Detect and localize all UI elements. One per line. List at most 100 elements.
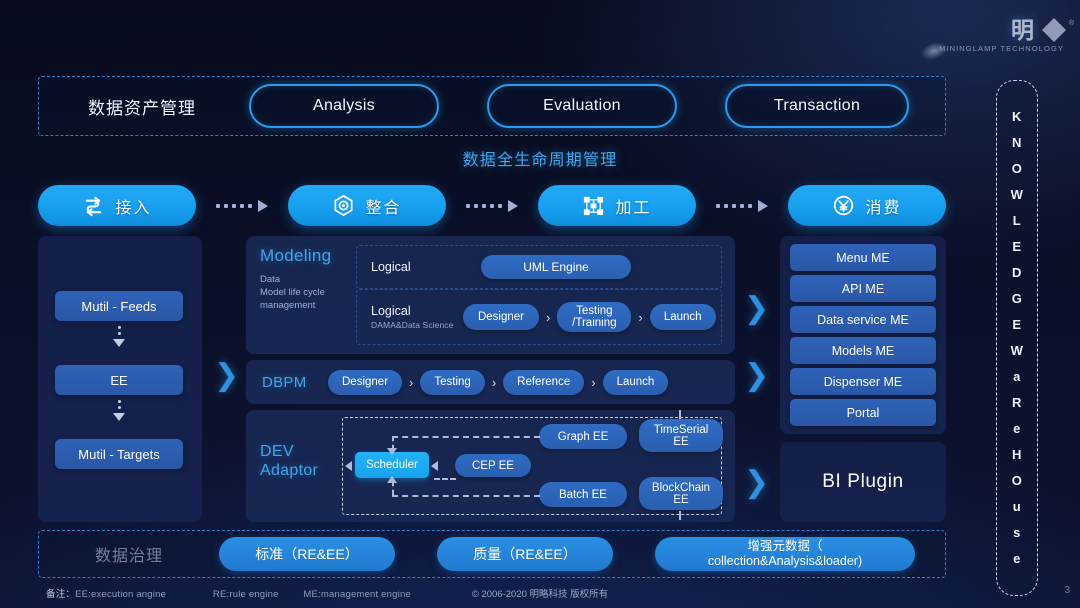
stage-consume[interactable]: 消费: [788, 185, 946, 226]
analysis-button[interactable]: Analysis: [249, 84, 439, 128]
tick-timeserial: [679, 410, 681, 419]
dbpm-designer-button[interactable]: Designer: [328, 369, 403, 395]
kw-letter-6: D: [1012, 265, 1022, 280]
connector-cep-scheduler: [434, 478, 456, 480]
kw-letter-11: R: [1012, 395, 1022, 410]
enhanced-metadata-button[interactable]: 增强元数据（ collection&Analysis&loader): [655, 537, 915, 571]
quality-governance-button[interactable]: 质量（RE&EE）: [437, 537, 613, 571]
lifecycle-title: 数据全生命周期管理: [462, 152, 618, 169]
arrow-up-icon-batch: [387, 476, 397, 483]
tick-blockchain: [679, 511, 681, 520]
multi-targets-box[interactable]: Mutil - Targets: [55, 439, 183, 469]
models-me-item[interactable]: Models ME: [790, 337, 936, 364]
data-service-me-item[interactable]: Data service ME: [790, 306, 936, 333]
timeserial-ee-node[interactable]: TimeSerial EE: [639, 419, 723, 452]
data-process-icon: [584, 196, 604, 216]
kw-letter-7: G: [1011, 291, 1023, 306]
dev-adaptor-panel: DEV Adaptor Scheduler CEP EE Graph EE Ba…: [246, 410, 735, 522]
modeling-testing-line-2: /Training: [572, 317, 617, 329]
modeling-row2-label: Logical DAMA&Data Science: [357, 304, 463, 330]
chevron-right-icon-3: ❯: [744, 359, 770, 392]
logo-company-name: MININGLAMP TECHNOLOGY: [939, 44, 1064, 53]
kw-letter-3: W: [1010, 187, 1024, 202]
kw-letter-2: O: [1011, 161, 1023, 176]
kw-letter-8: E: [1012, 317, 1022, 332]
transaction-button[interactable]: Transaction: [725, 84, 909, 128]
ee-box[interactable]: EE: [55, 365, 183, 395]
dev-adaptor-diagram: Scheduler CEP EE Graph EE Batch EE TimeS…: [342, 410, 723, 520]
feeds-arrow-1: [113, 326, 125, 347]
lifecycle-stage-row: 接入 整合 加工 消费: [38, 182, 946, 229]
dbpm-flow: Designer › Testing › Reference › Launch: [328, 369, 669, 395]
modeling-header: Modeling Data Model life cycle managemen…: [260, 246, 352, 312]
modeling-subtitle-line-1: Data: [260, 274, 281, 285]
stage-process[interactable]: 加工: [538, 185, 696, 226]
api-me-item[interactable]: API ME: [790, 275, 936, 302]
modeling-testing-training-button[interactable]: Testing /Training: [557, 302, 632, 332]
logo-diamond-icon: [1042, 18, 1066, 42]
timeserial-ee-line-1: TimeSerial: [653, 423, 709, 436]
kw-letter-15: u: [1012, 499, 1022, 514]
modeling-row-logical-uml: Logical UML Engine: [356, 245, 722, 289]
asset-management-label: 数据资产管理: [88, 98, 196, 118]
dev-adaptor-title-line-1: DEV: [260, 443, 294, 460]
stage-ingest-label: 接入: [115, 199, 152, 217]
kw-letter-4: L: [1012, 213, 1022, 228]
data-consume-icon: [834, 195, 854, 216]
chevron-sep-icon-m1: ›: [546, 309, 551, 325]
stage-arrow-2: [446, 199, 538, 212]
management-engines-column: Menu ME API ME Data service ME Models ME…: [780, 236, 946, 522]
data-governance-band: 数据治理 标准（RE&EE） 质量（RE&EE） 增强元数据（ collecti…: [38, 530, 946, 578]
chevron-sep-icon-d1: ›: [409, 374, 414, 390]
kw-letter-10: a: [1013, 369, 1021, 384]
stage-integrate[interactable]: 整合: [288, 185, 446, 226]
dev-adaptor-title: DEV Adaptor: [260, 442, 344, 480]
evaluation-button[interactable]: Evaluation: [487, 84, 677, 128]
batch-ee-node[interactable]: Batch EE: [539, 482, 627, 507]
enhanced-metadata-line-2: collection&Analysis&loader): [707, 554, 863, 568]
graph-ee-node[interactable]: Graph EE: [539, 424, 627, 449]
company-logo: 明: [1011, 18, 1066, 42]
copyright-text: © 2006-2020 明略科技 版权所有: [471, 589, 609, 600]
multi-feeds-box[interactable]: Mutil - Feeds: [55, 291, 183, 321]
modeling-subtitle: Data Model life cycle management: [260, 273, 352, 312]
chevron-right-icon-4: ❯: [744, 466, 770, 499]
knowledge-warehouse-column: K N O W L E D G E W a R e H O u s e: [996, 80, 1038, 596]
bi-plugin-panel[interactable]: BI Plugin: [780, 442, 946, 522]
modeling-designer-button[interactable]: Designer: [463, 304, 539, 330]
dbpm-reference-button[interactable]: Reference: [503, 369, 585, 395]
modeling-launch-button[interactable]: Launch: [649, 304, 716, 330]
dbpm-testing-button[interactable]: Testing: [420, 369, 485, 395]
modeling-panel: Modeling Data Model life cycle managemen…: [246, 236, 735, 354]
scheduler-button[interactable]: Scheduler: [355, 452, 429, 478]
blockchain-ee-line-1: BlockChain: [651, 481, 711, 494]
dbpm-panel: DBPM Designer › Testing › Reference › La…: [246, 360, 735, 404]
stage-integrate-label: 整合: [365, 199, 402, 217]
modeling-subtitle-line-2: Model life cycle: [260, 287, 325, 298]
modeling-title: Modeling: [260, 246, 332, 265]
portal-item[interactable]: Portal: [790, 399, 936, 426]
stage-ingest[interactable]: 接入: [38, 185, 196, 226]
chevron-sep-icon-m2: ›: [638, 309, 643, 325]
logo-registered-mark: ®: [1068, 20, 1074, 27]
modeling-rows: Logical UML Engine Logical DAMA&Data Sci…: [356, 245, 722, 345]
blockchain-ee-node[interactable]: BlockChain EE: [639, 477, 723, 510]
kw-letter-12: e: [1013, 421, 1021, 436]
cep-ee-node[interactable]: CEP EE: [455, 454, 531, 477]
dbpm-launch-button[interactable]: Launch: [602, 369, 669, 395]
feeds-panel: Mutil - Feeds EE Mutil - Targets: [38, 236, 202, 522]
dispenser-me-item[interactable]: Dispenser ME: [790, 368, 936, 395]
connector-batch-up: [392, 481, 394, 495]
connector-batch-bottom: [392, 495, 540, 497]
enhanced-metadata-line-1: 增强元数据（: [747, 539, 823, 553]
modeling-subtitle-line-3: management: [260, 300, 316, 311]
dev-adaptor-title-line-2: Adaptor: [260, 462, 319, 479]
standard-governance-button[interactable]: 标准（RE&EE）: [219, 537, 395, 571]
kw-letter-0: K: [1012, 109, 1022, 124]
architecture-body: Mutil - Feeds EE Mutil - Targets ❯ Model…: [38, 236, 946, 522]
stage-process-label: 加工: [615, 199, 652, 217]
uml-engine-button[interactable]: UML Engine: [481, 255, 631, 279]
kw-letter-16: s: [1013, 525, 1021, 540]
modeling-row1-label: Logical: [371, 260, 411, 274]
menu-me-item[interactable]: Menu ME: [790, 244, 936, 271]
